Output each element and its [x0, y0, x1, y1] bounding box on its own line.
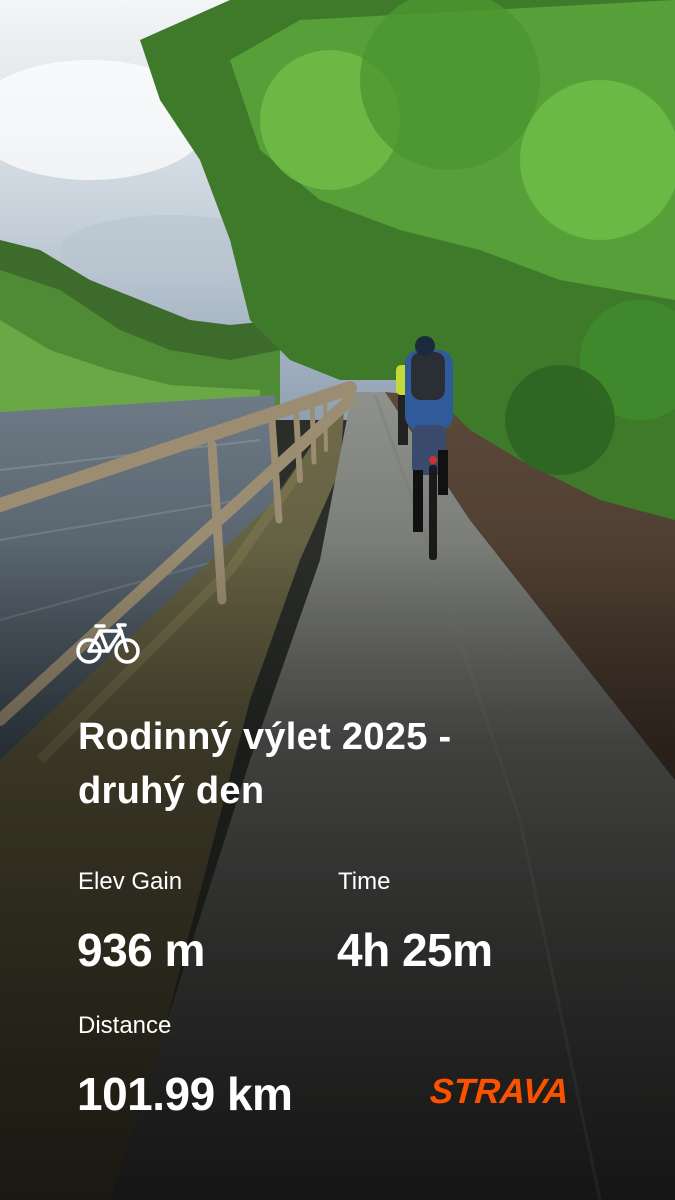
distance-value: 101.99 km — [77, 1068, 293, 1120]
strava-logo: STRAVA — [428, 1072, 571, 1111]
activity-title-line1: Rodinný výlet 2025 - — [78, 716, 452, 758]
bicycle-icon — [76, 623, 140, 664]
distance-label: Distance — [78, 1012, 172, 1039]
elev-gain-value: 936 m — [77, 924, 205, 976]
time-label: Time — [338, 868, 391, 895]
activity-title-line2: druhý den — [78, 770, 265, 812]
elev-gain-label: Elev Gain — [78, 868, 183, 895]
time-value: 4h 25m — [337, 924, 493, 976]
activity-title: Rodinný výlet 2025 - druhý den — [78, 710, 618, 818]
